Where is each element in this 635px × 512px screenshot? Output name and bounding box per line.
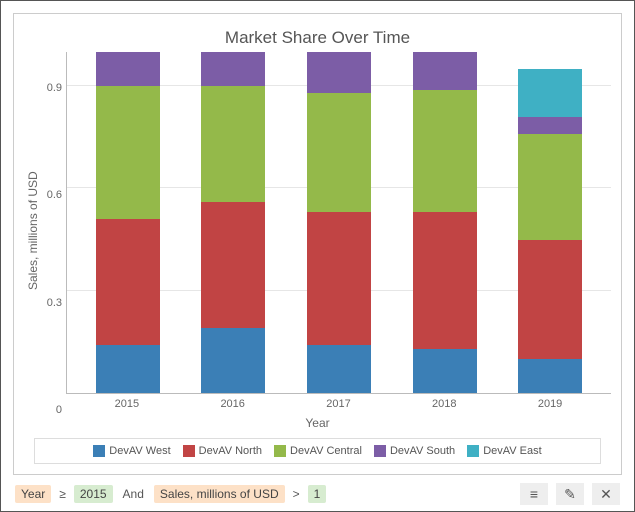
edit-filter-button[interactable]: ✎	[556, 483, 584, 505]
filter-panel-button[interactable]: ≡	[520, 483, 548, 505]
window: Market Share Over Time Sales, millions o…	[0, 0, 635, 512]
x-tick: 2017	[306, 398, 370, 410]
x-tick: 2019	[518, 398, 582, 410]
x-axis: 2015 2016 2017 2018 2019	[66, 394, 611, 410]
plot-area	[66, 52, 611, 394]
bar-segment	[518, 69, 582, 117]
clear-filter-button[interactable]: ✕	[592, 483, 620, 505]
legend-label: DevAV South	[390, 445, 455, 457]
legend-swatch	[183, 445, 195, 457]
y-tick: 0.3	[47, 297, 62, 309]
legend-label: DevAV East	[483, 445, 542, 457]
legend: DevAV West DevAV North DevAV Central DevAV …	[34, 438, 601, 464]
legend-item[interactable]: DevAV South	[374, 445, 455, 457]
bar-segment	[518, 134, 582, 240]
y-axis: 00.30.60.9	[42, 52, 66, 410]
x-tick: 2016	[201, 398, 265, 410]
filter-operator[interactable]: ≥	[57, 487, 68, 501]
bar-segment	[307, 93, 371, 212]
bar-segment	[413, 349, 477, 393]
bar-segment	[201, 86, 265, 202]
y-tick: 0	[56, 404, 62, 416]
chart-panel: Market Share Over Time Sales, millions o…	[13, 13, 622, 475]
bar-segment	[413, 90, 477, 213]
x-tick: 2015	[95, 398, 159, 410]
legend-item[interactable]: DevAV Central	[274, 445, 362, 457]
legend-item[interactable]: DevAV East	[467, 445, 542, 457]
legend-swatch	[274, 445, 286, 457]
filter-join[interactable]: And	[119, 487, 148, 501]
bar-segment	[96, 345, 160, 393]
bar-segment	[201, 52, 265, 86]
bar-segment	[307, 345, 371, 393]
bar-segment	[413, 212, 477, 348]
filter-field[interactable]: Sales, millions of USD	[154, 485, 285, 503]
plot-row: Sales, millions of USD 00.30.60.9 201520…	[24, 52, 611, 410]
legend-label: DevAV Central	[290, 445, 362, 457]
bar-segment	[201, 328, 265, 393]
x-tick: 2018	[412, 398, 476, 410]
legend-label: DevAV West	[109, 445, 170, 457]
legend-item[interactable]: DevAV West	[93, 445, 170, 457]
bar-segment	[518, 359, 582, 393]
filter-operator[interactable]: >	[291, 487, 302, 501]
legend-swatch	[467, 445, 479, 457]
bar-segment	[96, 86, 160, 219]
y-axis-label: Sales, millions of USD	[24, 52, 42, 410]
bar-segment	[413, 52, 477, 90]
filter-value[interactable]: 2015	[74, 485, 113, 503]
x-axis-label: Year	[24, 416, 611, 430]
bar-segment	[307, 52, 371, 93]
filter-value[interactable]: 1	[308, 485, 327, 503]
filter-bar: Year ≥ 2015 And Sales, millions of USD >…	[13, 475, 622, 507]
bars-container	[67, 52, 611, 393]
bar-segment	[96, 219, 160, 345]
bar-segment	[96, 52, 160, 86]
legend-swatch	[374, 445, 386, 457]
bar-segment	[307, 212, 371, 345]
bar-segment	[518, 240, 582, 359]
legend-label: DevAV North	[199, 445, 262, 457]
filter-field[interactable]: Year	[15, 485, 51, 503]
bar-segment	[201, 202, 265, 328]
legend-swatch	[93, 445, 105, 457]
y-tick: 0.6	[47, 189, 62, 201]
chart-title: Market Share Over Time	[24, 28, 611, 48]
bar-segment	[518, 117, 582, 134]
legend-item[interactable]: DevAV North	[183, 445, 262, 457]
y-tick: 0.9	[47, 82, 62, 94]
